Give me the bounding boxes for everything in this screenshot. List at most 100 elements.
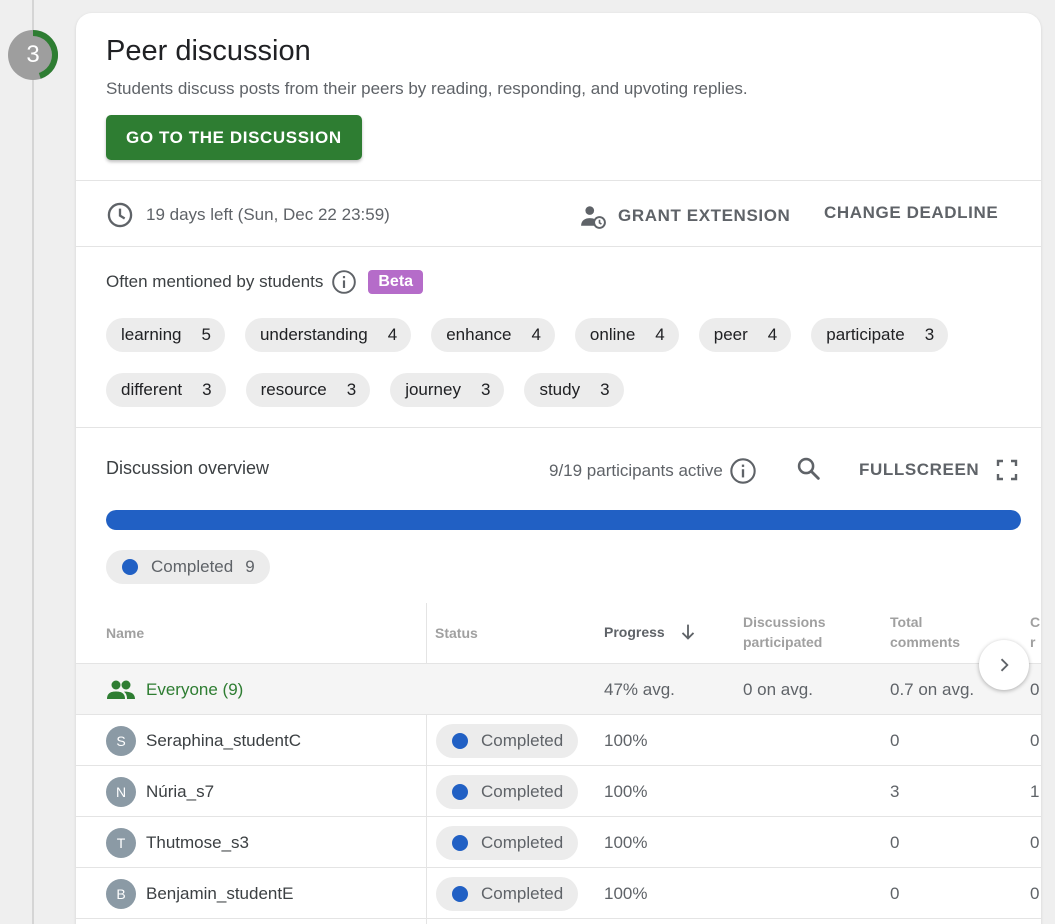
- keyword-chip[interactable]: peer 4: [698, 318, 792, 352]
- chip-word: study: [539, 380, 581, 399]
- legend-label: Completed: [151, 557, 234, 576]
- status-cell: Completed: [436, 817, 579, 868]
- keyword-chip[interactable]: study 3: [524, 373, 624, 407]
- search-icon: [797, 457, 820, 480]
- cut-cell: 1: [1030, 781, 1040, 801]
- cut-cell: 0: [1030, 730, 1040, 750]
- status-badge: Completed: [436, 774, 579, 809]
- table-row[interactable]: T Thutmose_s3 Completed 100% 0 0: [76, 817, 1041, 868]
- chip-count: 4: [387, 325, 398, 344]
- avatar: S: [106, 725, 136, 756]
- col-status-header[interactable]: Status: [435, 623, 478, 643]
- clock-icon: [107, 202, 133, 228]
- student-name: Núria_s7: [146, 781, 215, 801]
- status-dot: [452, 732, 468, 749]
- table-row[interactable]: N Núria_s7 Completed 100% 3 1: [76, 766, 1041, 817]
- info-icon[interactable]: [331, 269, 357, 295]
- keyword-chip[interactable]: different 3: [106, 373, 226, 407]
- col-cut-header[interactable]: C r: [1030, 612, 1040, 652]
- comments-cell: 3: [890, 781, 900, 801]
- progress-cell: 47% avg.: [604, 679, 675, 699]
- col-cut-line1: C: [1030, 614, 1041, 630]
- chip-word: participate: [826, 325, 905, 344]
- keyword-chip[interactable]: enhance 4: [431, 318, 555, 352]
- table-row[interactable]: S Seraphina_studentC Completed 100% 0 0: [76, 715, 1041, 766]
- student-name: Thutmose_s3: [146, 832, 249, 852]
- cut-cell: 0: [1030, 832, 1040, 852]
- status-dot: [452, 834, 468, 851]
- chip-count: 3: [600, 380, 610, 399]
- chip-word: enhance: [446, 325, 512, 344]
- student-cell: B Benjamin_studentE: [106, 868, 293, 919]
- keyword-chip[interactable]: participate 3: [811, 318, 949, 352]
- scroll-right-button[interactable]: [979, 640, 1029, 690]
- table-row-everyone[interactable]: Everyone (9) 47% avg. 0 on avg. 0.7 on a…: [76, 664, 1041, 715]
- participants-table: Name Status Progress Discussions partici…: [76, 603, 1041, 924]
- table-header: Name Status Progress Discussions partici…: [76, 603, 1041, 664]
- keyword-chip[interactable]: online 4: [574, 318, 679, 352]
- chip-word: journey: [405, 380, 461, 399]
- student-name: Seraphina_studentC: [146, 730, 302, 750]
- participants-active: 9/19 participants active: [549, 457, 757, 485]
- status-badge: Completed: [436, 825, 579, 860]
- change-deadline-label: CHANGE DEADLINE: [824, 203, 999, 222]
- page-title: Peer discussion: [106, 35, 311, 67]
- timeline-line: [32, 0, 34, 924]
- table-row[interactable]: B Benjamin_studentE Completed 100% 0 0: [76, 868, 1041, 919]
- chip-word: resource: [260, 380, 327, 399]
- progress-cell: 100%: [604, 781, 648, 801]
- status-badge: Completed: [436, 876, 579, 911]
- grant-extension-button[interactable]: GRANT EXTENSION: [580, 203, 790, 229]
- keyword-chip[interactable]: understanding 4: [244, 318, 412, 352]
- divider: [76, 427, 1041, 428]
- deadline-text: 19 days left (Sun, Dec 22 23:59): [146, 205, 390, 224]
- group-icon: [107, 680, 135, 699]
- chevron-right-icon: [1000, 658, 1009, 672]
- discussions-cell: 0 on avg.: [743, 679, 813, 699]
- chip-count: 4: [531, 325, 541, 344]
- chip-row: different 3 resource 3 journey 3 study 3: [106, 373, 1006, 407]
- step-indicator: 3: [8, 30, 58, 80]
- col-cut-line2: r: [1030, 634, 1036, 650]
- step-number: 3: [26, 41, 40, 68]
- keyword-chip[interactable]: learning 5: [106, 318, 225, 352]
- search-button[interactable]: [795, 455, 823, 488]
- status-label: Completed: [481, 730, 564, 750]
- chip-word: online: [589, 325, 636, 344]
- chip-word: different: [121, 380, 183, 399]
- student-cell: S Seraphina_studentC: [106, 715, 301, 766]
- col-total-line1: Total: [890, 614, 923, 630]
- info-icon[interactable]: [729, 457, 757, 485]
- status-dot: [452, 885, 468, 902]
- go-to-discussion-button[interactable]: GO TO THE DISCUSSION: [106, 115, 362, 160]
- status-cell: Completed: [436, 766, 579, 817]
- progress-cell: 100%: [604, 832, 648, 852]
- status-dot: [122, 559, 138, 575]
- sort-arrow-down-icon[interactable]: [677, 621, 699, 643]
- col-progress-header[interactable]: Progress: [604, 621, 699, 643]
- keyword-chip[interactable]: journey 3: [390, 373, 505, 407]
- status-dot: [452, 783, 468, 800]
- chip-count: 4: [655, 325, 665, 344]
- person-clock-icon: [581, 206, 606, 229]
- mention-chips: learning 5 understanding 4 enhance 4 online…: [106, 318, 1006, 428]
- completed-filter-chip[interactable]: Completed 9: [106, 550, 270, 584]
- chip-count: 4: [767, 325, 778, 344]
- divider: [76, 180, 1041, 181]
- change-deadline-button[interactable]: CHANGE DEADLINE: [824, 203, 998, 223]
- keyword-chip[interactable]: resource 3: [245, 373, 371, 407]
- participants-active-text: 9/19 participants active: [549, 461, 723, 480]
- avatar: T: [106, 827, 136, 858]
- col-discussions-header[interactable]: Discussions participated: [743, 612, 825, 652]
- divider: [76, 246, 1041, 247]
- status-badge: Completed: [436, 723, 579, 758]
- status-label: Completed: [481, 781, 564, 801]
- beta-badge: Beta: [368, 270, 424, 294]
- chip-count: 3: [924, 325, 935, 344]
- col-name-header[interactable]: Name: [106, 623, 144, 643]
- col-total-comments-header[interactable]: Total comments: [890, 612, 960, 652]
- chip-word: understanding: [259, 325, 368, 344]
- status-label: Completed: [481, 832, 564, 852]
- fullscreen-button[interactable]: FULLSCREEN: [859, 458, 1019, 482]
- card-header: Peer discussion Students discuss posts f…: [106, 35, 748, 99]
